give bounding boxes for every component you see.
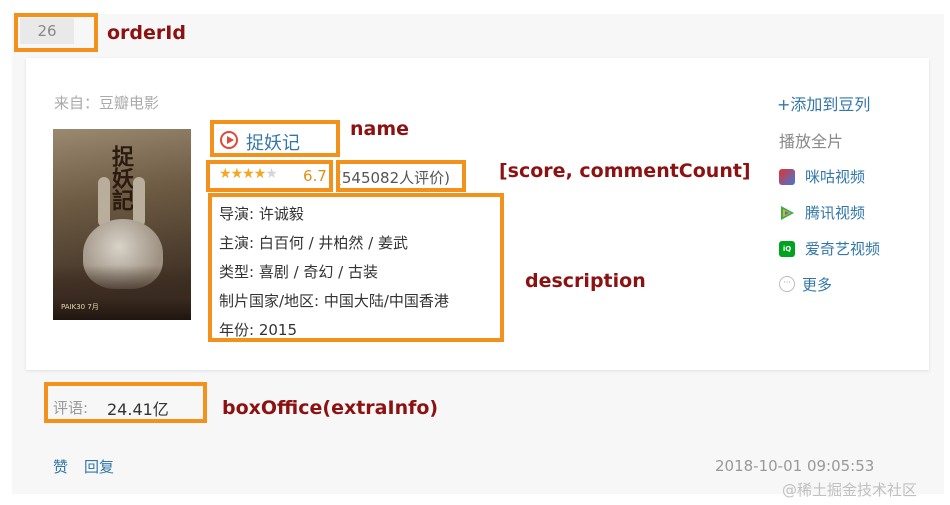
- score-highlight: [206, 160, 333, 192]
- platform-migu-link[interactable]: 咪咕视频: [805, 166, 865, 187]
- platform-tencent-link[interactable]: 腾讯视频: [805, 202, 865, 223]
- play-full-label: 播放全片: [779, 132, 844, 151]
- description-highlight: [208, 193, 504, 342]
- annotation-score: [score, commentCount]: [499, 160, 751, 182]
- tencent-video-icon: [779, 205, 795, 221]
- timestamp: 2018-10-01 09:05:53: [715, 457, 875, 475]
- source-label: 来自：豆瓣电影: [54, 94, 160, 112]
- more-icon[interactable]: ···: [779, 276, 795, 292]
- name-highlight: [210, 120, 340, 157]
- comment-count-highlight: [336, 160, 466, 192]
- box-office-highlight: [44, 382, 207, 423]
- iqiyi-icon: iQ: [779, 241, 795, 257]
- poster-date: PAIK30 7月: [61, 303, 99, 311]
- watermark: @稀土掘金技术社区: [782, 481, 918, 499]
- annotation-order-id: orderId: [107, 22, 186, 44]
- poster-rabbit-ear: [98, 177, 110, 227]
- annotation-description: description: [525, 270, 646, 292]
- like-link[interactable]: 赞: [53, 456, 68, 477]
- annotation-box-office: boxOffice(extraInfo): [222, 397, 439, 419]
- movie-poster[interactable]: 捉妖記 PAIK30 7月: [53, 129, 191, 320]
- migu-icon: [779, 169, 795, 185]
- more-link[interactable]: 更多: [802, 274, 832, 295]
- poster-rabbit-ear: [133, 177, 145, 227]
- add-to-list-link[interactable]: +添加到豆列: [777, 91, 870, 115]
- annotation-name: name: [350, 118, 410, 140]
- platform-iqiyi-link[interactable]: 爱奇艺视频: [805, 238, 880, 259]
- reply-link[interactable]: 回复: [84, 456, 114, 477]
- order-id-highlight: [14, 13, 98, 52]
